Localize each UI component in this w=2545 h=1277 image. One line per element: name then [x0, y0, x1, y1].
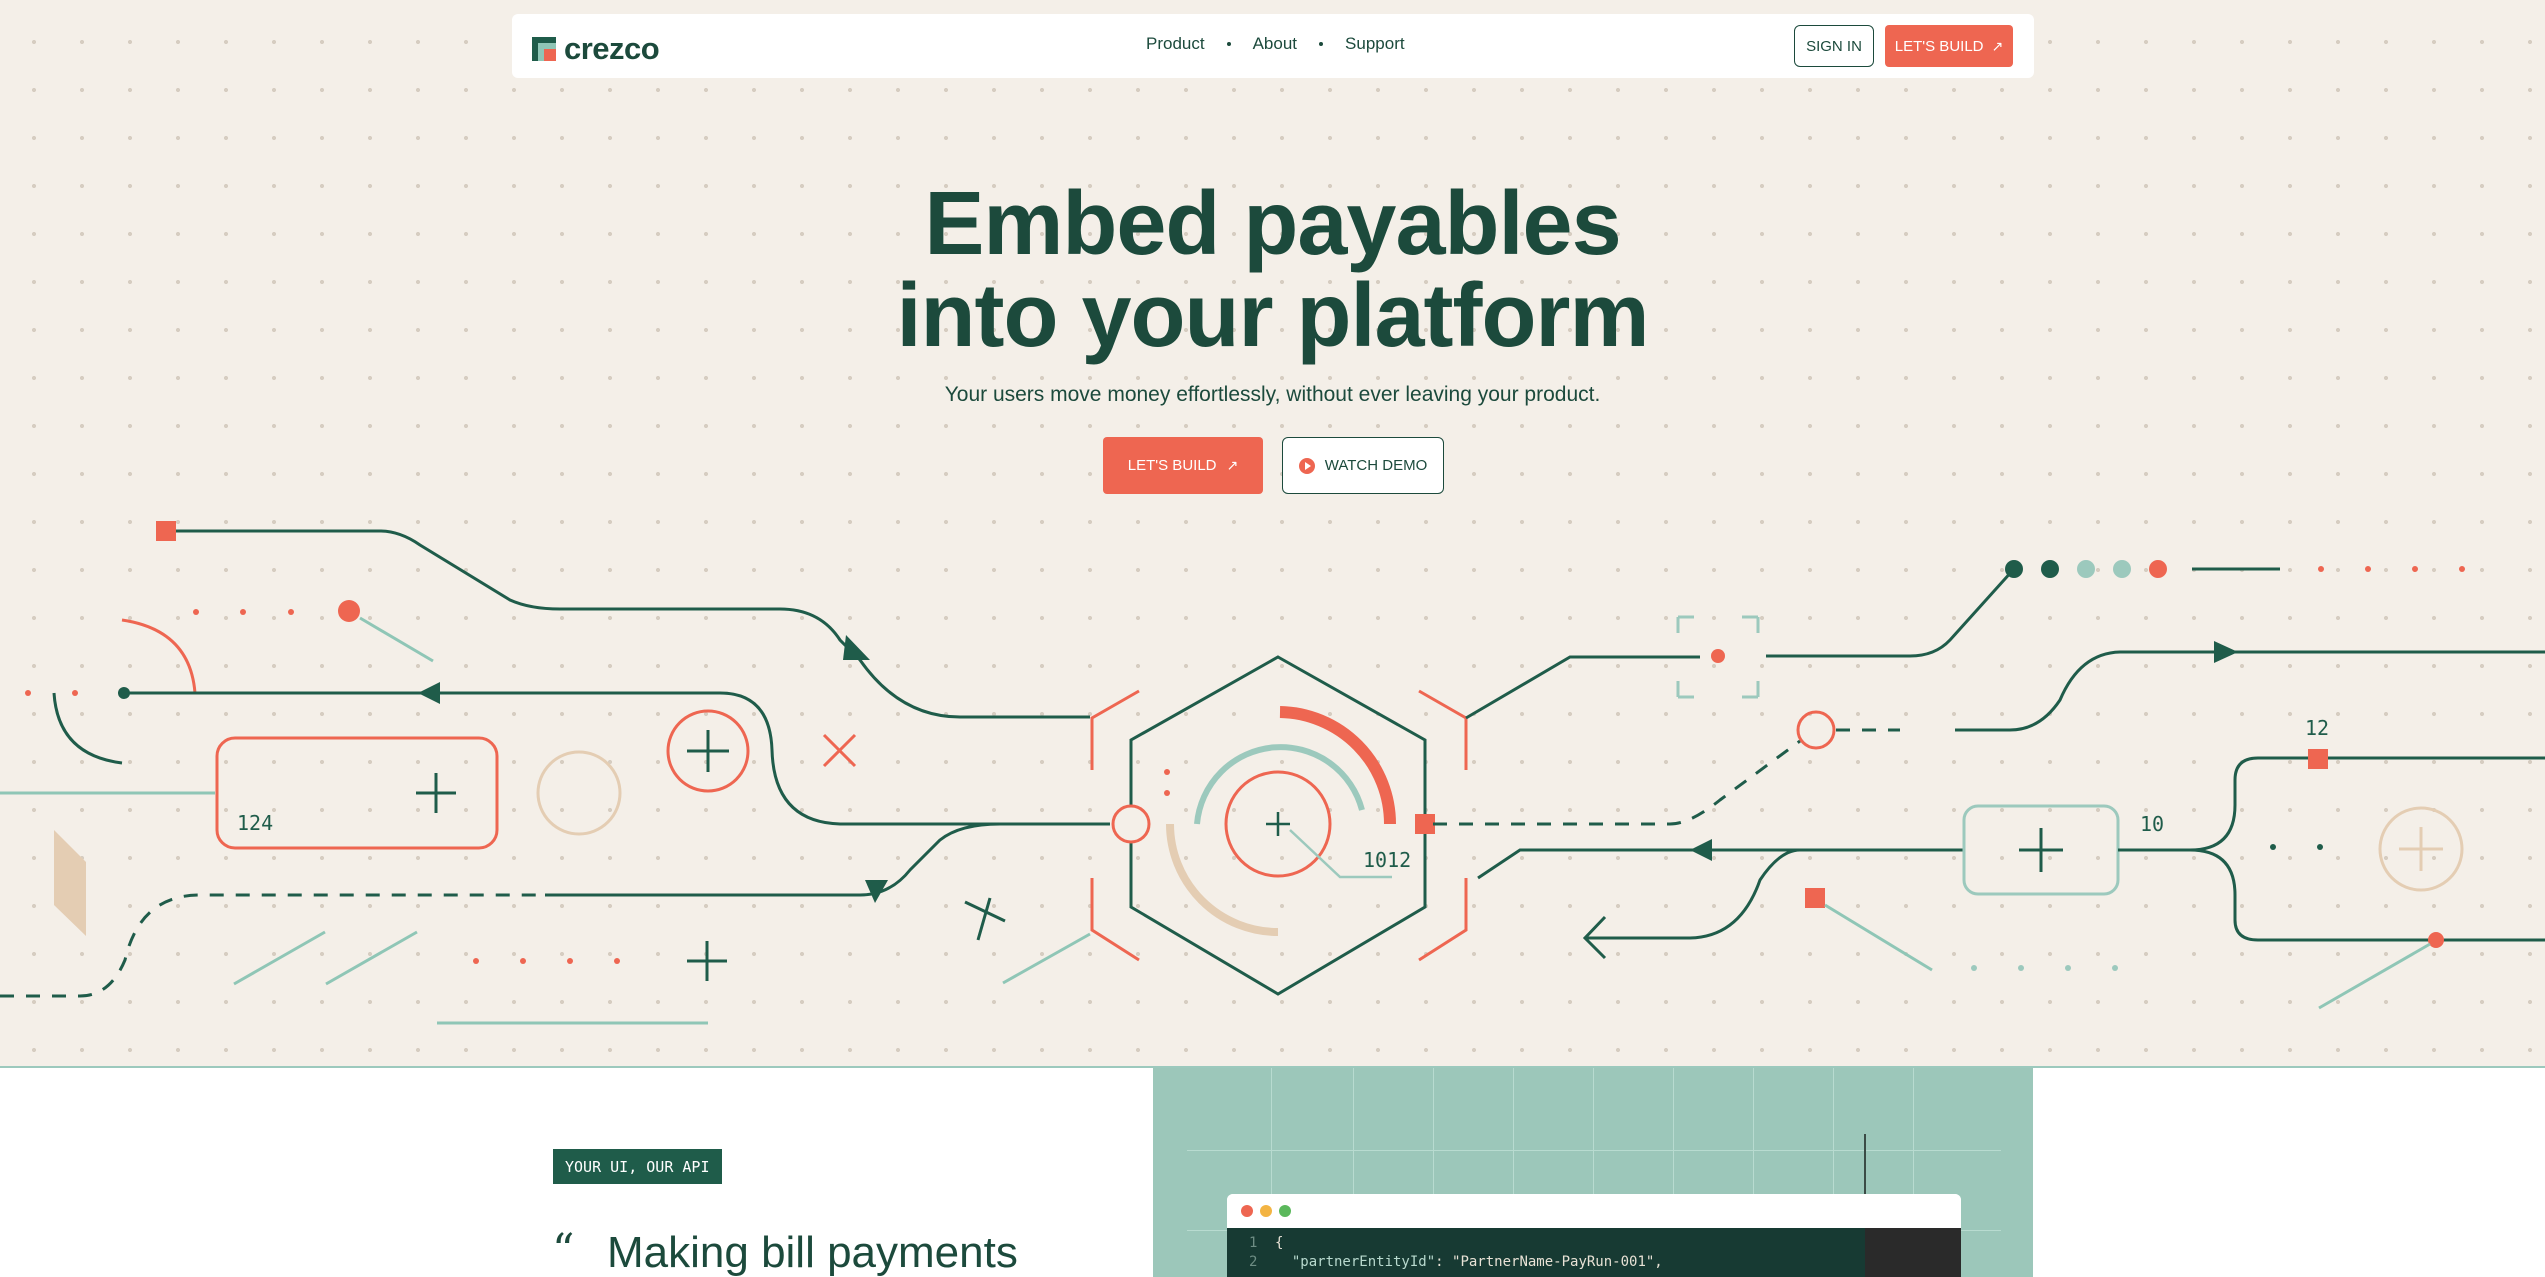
- arrow-up-right-icon: ↗: [1991, 37, 2004, 54]
- minimize-dot-icon: [1260, 1205, 1272, 1217]
- hero-title: Embed payables into your platform: [0, 178, 2545, 362]
- arrow-head: [843, 635, 870, 660]
- close-dot-icon: [1241, 1205, 1253, 1217]
- play-icon: [1298, 457, 1315, 474]
- nav-separator: [1226, 42, 1231, 46]
- sign-in-button[interactable]: SIGN IN: [1794, 25, 1874, 67]
- top-navigation: crezco Product About Support SIGN IN LET…: [512, 14, 2034, 78]
- illus-label-1012: 1012: [1363, 848, 1411, 872]
- window-title-bar: [1227, 1194, 1961, 1228]
- nav-lets-build-label: LET'S BUILD: [1894, 37, 1984, 55]
- illus-label-10: 10: [2140, 812, 2164, 836]
- hero-circuit-illustration: 124 1012 10 12: [0, 521, 2545, 1025]
- nav-links: Product About Support: [1146, 34, 1405, 54]
- code-window: 1 { 2 "partnerEntityId": "PartnerName-Pa…: [1227, 1194, 1961, 1277]
- nav-link-about[interactable]: About: [1253, 34, 1297, 54]
- watch-demo-button[interactable]: WATCH DEMO: [1282, 437, 1444, 494]
- logo-text: crezco: [564, 31, 660, 66]
- section-tag: YOUR UI, OUR API: [553, 1149, 722, 1184]
- crezco-logo[interactable]: crezco: [532, 31, 660, 67]
- hero-subtitle: Your users move money effortlessly, with…: [944, 383, 1601, 406]
- code-line: 2 "partnerEntityId": "PartnerName-PayRun…: [1249, 1254, 1663, 1270]
- nav-lets-build-button[interactable]: LET'S BUILD ↗: [1885, 25, 2013, 67]
- hero-title-line-1: Embed payables: [924, 174, 1621, 274]
- hero-title-line-2: into your platform: [896, 266, 1650, 366]
- nav-link-support[interactable]: Support: [1345, 34, 1405, 54]
- arrow-up-right-icon: ↗: [1226, 457, 1239, 473]
- illus-label-124: 124: [237, 811, 273, 835]
- nav-separator: [1319, 42, 1324, 46]
- quote-mark-icon: “: [552, 1225, 575, 1276]
- code-dark-pane: [1865, 1228, 1961, 1277]
- illus-label-12: 12: [2305, 716, 2329, 740]
- code-panel: 1 { 2 "partnerEntityId": "PartnerName-Pa…: [1153, 1068, 2033, 1277]
- logo-icon: [532, 37, 556, 61]
- hero-lets-build-button[interactable]: LET'S BUILD ↗: [1103, 437, 1263, 494]
- coral-square: [156, 521, 176, 541]
- code-line: 1 {: [1249, 1235, 1284, 1251]
- maximize-dot-icon: [1279, 1205, 1291, 1217]
- section-quote: Making bill payments: [607, 1228, 1018, 1277]
- nav-link-product[interactable]: Product: [1146, 34, 1205, 54]
- hero-lets-build-label: LET'S BUILD: [1127, 457, 1217, 474]
- watch-demo-label: WATCH DEMO: [1324, 457, 1428, 474]
- code-body: 1 { 2 "partnerEntityId": "PartnerName-Pa…: [1227, 1228, 1961, 1277]
